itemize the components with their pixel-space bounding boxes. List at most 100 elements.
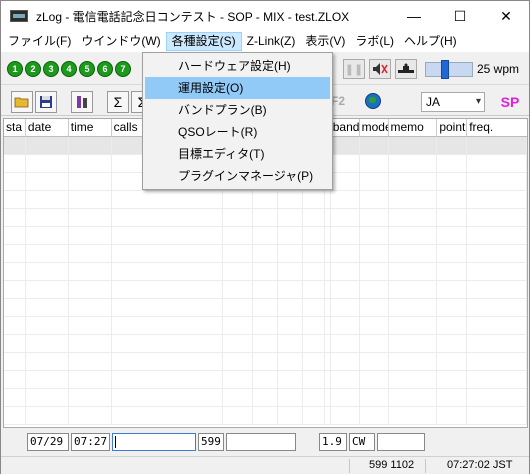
table-cell[interactable] xyxy=(253,389,278,406)
table-cell[interactable] xyxy=(389,281,438,298)
table-cell[interactable] xyxy=(69,335,112,352)
table-cell[interactable] xyxy=(26,245,69,262)
cw-speed-slider-thumb[interactable] xyxy=(441,60,449,79)
table-cell[interactable] xyxy=(223,227,254,244)
table-cell[interactable] xyxy=(223,263,254,280)
table-cell[interactable] xyxy=(253,263,278,280)
table-cell[interactable] xyxy=(389,299,438,316)
open-folder-icon[interactable] xyxy=(11,91,33,113)
globe-icon[interactable] xyxy=(365,93,381,109)
menu-lab[interactable]: ラボ(L) xyxy=(350,32,399,51)
table-cell[interactable] xyxy=(223,317,254,334)
date-field[interactable]: 07/29 xyxy=(27,433,69,451)
table-cell[interactable] xyxy=(69,227,112,244)
menu-zlink[interactable]: Z-Link(Z) xyxy=(242,32,301,51)
table-cell[interactable] xyxy=(389,353,438,370)
table-cell[interactable] xyxy=(303,353,325,370)
menu-view[interactable]: 表示(V) xyxy=(300,32,350,51)
table-cell[interactable] xyxy=(331,281,360,298)
table-cell[interactable] xyxy=(223,209,254,226)
table-cell[interactable] xyxy=(467,227,527,244)
cw-memory-button-7[interactable]: 7 xyxy=(115,61,131,77)
menu-window[interactable]: ウインドウ(W) xyxy=(76,32,165,51)
table-cell[interactable] xyxy=(26,407,69,424)
table-cell[interactable] xyxy=(389,191,438,208)
table-row[interactable] xyxy=(4,407,527,425)
table-cell[interactable] xyxy=(223,281,254,298)
save-icon[interactable] xyxy=(35,91,57,113)
table-cell[interactable] xyxy=(467,137,527,154)
table-cell[interactable] xyxy=(278,209,303,226)
cw-memory-button-6[interactable]: 6 xyxy=(97,61,113,77)
table-cell[interactable] xyxy=(278,281,303,298)
summary-button[interactable]: Σ xyxy=(107,91,129,113)
table-cell[interactable] xyxy=(278,389,303,406)
table-cell[interactable] xyxy=(26,281,69,298)
menu-item-band-plan[interactable]: バンドプラン(B) xyxy=(145,99,330,121)
table-cell[interactable] xyxy=(253,407,278,424)
menu-item-hardware-settings[interactable]: ハードウェア設定(H) xyxy=(145,55,330,77)
table-cell[interactable] xyxy=(303,263,325,280)
cw-memory-button-3[interactable]: 3 xyxy=(43,61,59,77)
table-cell[interactable] xyxy=(4,191,26,208)
column-header-date[interactable]: date xyxy=(26,119,69,137)
table-cell[interactable] xyxy=(26,335,69,352)
table-cell[interactable] xyxy=(360,299,389,316)
band-field[interactable]: 1.9 xyxy=(319,433,347,451)
table-cell[interactable] xyxy=(437,191,468,208)
table-cell[interactable] xyxy=(278,191,303,208)
table-cell[interactable] xyxy=(112,353,224,370)
table-cell[interactable] xyxy=(331,317,360,334)
table-cell[interactable] xyxy=(467,389,527,406)
table-cell[interactable] xyxy=(360,245,389,262)
column-header-mode[interactable]: mode xyxy=(360,119,389,137)
column-header-point[interactable]: point xyxy=(437,119,468,137)
table-cell[interactable] xyxy=(69,173,112,190)
table-cell[interactable] xyxy=(389,407,438,424)
callsign-field[interactable] xyxy=(112,433,196,451)
table-cell[interactable] xyxy=(112,281,224,298)
table-cell[interactable] xyxy=(223,245,254,262)
table-row[interactable] xyxy=(4,371,527,389)
cw-memory-button-4[interactable]: 4 xyxy=(61,61,77,77)
time-field[interactable]: 07:27 xyxy=(71,433,110,451)
table-cell[interactable] xyxy=(253,245,278,262)
table-cell[interactable] xyxy=(360,137,389,154)
table-cell[interactable] xyxy=(331,371,360,388)
close-button[interactable]: ✕ xyxy=(483,1,529,31)
table-cell[interactable] xyxy=(112,335,224,352)
table-cell[interactable] xyxy=(112,317,224,334)
table-cell[interactable] xyxy=(360,335,389,352)
table-cell[interactable] xyxy=(223,371,254,388)
table-cell[interactable] xyxy=(69,389,112,406)
table-cell[interactable] xyxy=(4,335,26,352)
table-cell[interactable] xyxy=(360,353,389,370)
table-cell[interactable] xyxy=(437,317,468,334)
table-cell[interactable] xyxy=(331,191,360,208)
table-cell[interactable] xyxy=(303,281,325,298)
table-row[interactable] xyxy=(4,263,527,281)
table-cell[interactable] xyxy=(331,173,360,190)
table-cell[interactable] xyxy=(26,209,69,226)
table-cell[interactable] xyxy=(467,245,527,262)
table-cell[interactable] xyxy=(437,137,468,154)
cw-speed-slider[interactable] xyxy=(425,62,473,77)
table-cell[interactable] xyxy=(278,335,303,352)
table-cell[interactable] xyxy=(360,227,389,244)
table-cell[interactable] xyxy=(360,191,389,208)
pause-button[interactable]: ❚❚ xyxy=(343,59,365,79)
table-cell[interactable] xyxy=(389,317,438,334)
table-cell[interactable] xyxy=(467,281,527,298)
table-cell[interactable] xyxy=(223,335,254,352)
table-row[interactable] xyxy=(4,317,527,335)
table-cell[interactable] xyxy=(4,263,26,280)
table-cell[interactable] xyxy=(4,227,26,244)
table-cell[interactable] xyxy=(467,155,527,172)
table-cell[interactable] xyxy=(467,299,527,316)
table-cell[interactable] xyxy=(69,191,112,208)
table-cell[interactable] xyxy=(4,209,26,226)
table-cell[interactable] xyxy=(437,281,468,298)
table-cell[interactable] xyxy=(360,371,389,388)
table-cell[interactable] xyxy=(69,299,112,316)
f2-button[interactable]: F2 xyxy=(331,94,345,108)
